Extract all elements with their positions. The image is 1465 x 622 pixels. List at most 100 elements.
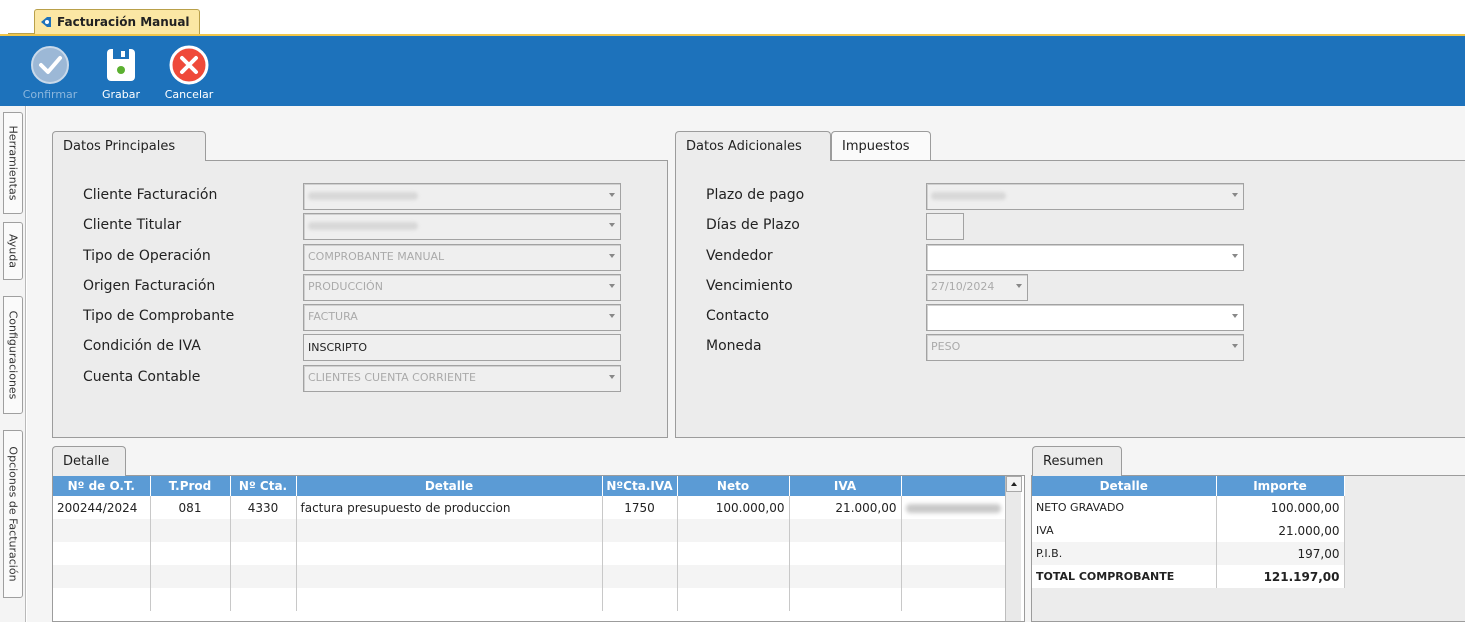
cell-cta[interactable]: 4330 [230, 496, 297, 519]
tab-label: Impuestos [842, 139, 910, 154]
chevron-down-icon[interactable] [1016, 284, 1022, 288]
cell-blurred[interactable] [901, 496, 1006, 519]
cliente-titular-combo[interactable] [303, 213, 621, 240]
column-header[interactable]: Detalle [1032, 476, 1217, 496]
cancel-circle-icon [169, 45, 209, 85]
chevron-down-icon[interactable] [1232, 314, 1238, 318]
tab-datos-adicionales[interactable]: Datos Adicionales [675, 131, 831, 161]
toolbar: Confirmar Grabar Cancelar [0, 34, 1465, 106]
contacto-combo[interactable] [926, 304, 1244, 331]
table-row[interactable]: IVA 21.000,00 [1032, 519, 1345, 542]
field-label: Vencimiento [706, 278, 793, 294]
combo-value: FACTURA [308, 310, 358, 323]
cancelar-button[interactable]: Cancelar [158, 44, 220, 101]
combo-value: COMPROBANTE MANUAL [308, 250, 445, 263]
confirmar-button[interactable]: Confirmar [14, 44, 86, 101]
plazo-pago-combo[interactable] [926, 183, 1244, 210]
blurred-value [931, 192, 1006, 200]
detalle-table: Nº de O.T. T.Prod Nº Cta. Detalle NºCta.… [53, 476, 1006, 611]
origen-facturacion-combo[interactable]: PRODUCCIÓN [303, 274, 621, 301]
side-tab-opciones-facturacion[interactable]: Opciones de Facturación [3, 430, 23, 598]
side-tab-configuraciones[interactable]: Configuraciones [3, 296, 23, 414]
detalle-grid-panel: Nº de O.T. T.Prod Nº Cta. Detalle NºCta.… [52, 475, 1025, 622]
chevron-down-icon[interactable] [1232, 344, 1238, 348]
tab-label: Datos Adicionales [686, 139, 802, 154]
vencimiento-date-picker[interactable]: 27/10/2024 [926, 274, 1028, 301]
vendedor-combo[interactable] [926, 244, 1244, 271]
side-tab-ayuda[interactable]: Ayuda [3, 222, 23, 280]
main-content: Datos Principales Cliente Facturación Cl… [27, 106, 1465, 622]
cell-iva[interactable]: 21.000,00 [789, 496, 902, 519]
table-row[interactable]: 200244/2024 081 4330 factura presupuesto… [53, 496, 1006, 519]
scroll-up-icon[interactable] [1006, 476, 1022, 492]
chevron-down-icon[interactable] [609, 193, 615, 197]
cell-tprod[interactable]: 081 [150, 496, 231, 519]
table-row[interactable] [53, 542, 1006, 565]
column-header[interactable]: Neto [677, 476, 790, 496]
cell-detalle: IVA [1032, 519, 1217, 542]
chevron-down-icon[interactable] [609, 284, 615, 288]
tipo-operacion-combo[interactable]: COMPROBANTE MANUAL [303, 244, 621, 271]
chevron-down-icon[interactable] [609, 254, 615, 258]
tab-facturacion-manual[interactable]: Facturación Manual [34, 9, 200, 34]
detalle-scrollbar[interactable] [1005, 476, 1022, 621]
field-label: Cliente Facturación [83, 187, 218, 203]
table-row[interactable] [53, 588, 1006, 611]
chevron-down-icon[interactable] [609, 314, 615, 318]
datos-principales-panel: Cliente Facturación Cliente Titular Tipo… [52, 160, 668, 438]
column-header[interactable]: NºCta.IVA [602, 476, 678, 496]
column-header[interactable]: Nº Cta. [230, 476, 297, 496]
chevron-down-icon[interactable] [1232, 254, 1238, 258]
cliente-facturacion-combo[interactable] [303, 183, 621, 210]
resumen-table: Detalle Importe NETO GRAVADO 100.000,00 … [1032, 476, 1345, 588]
moneda-combo[interactable]: PESO [926, 334, 1244, 361]
dias-plazo-field[interactable] [926, 213, 964, 240]
combo-value: PESO [931, 340, 961, 353]
column-header[interactable]: Importe [1216, 476, 1345, 496]
table-header-row: Detalle Importe [1032, 476, 1345, 496]
column-header[interactable]: Detalle [296, 476, 603, 496]
side-tab-label: Configuraciones [6, 310, 20, 400]
column-header[interactable] [901, 476, 1006, 496]
tab-datos-principales[interactable]: Datos Principales [52, 131, 206, 161]
tab-resumen[interactable]: Resumen [1032, 446, 1122, 476]
table-row[interactable] [53, 519, 1006, 542]
side-tab-label: Opciones de Facturación [6, 446, 20, 582]
field-label: Contacto [706, 308, 770, 324]
field-label: Moneda [706, 338, 762, 354]
tipo-comprobante-combo[interactable]: FACTURA [303, 304, 621, 331]
field-label: Tipo de Comprobante [83, 308, 235, 324]
table-header-row: Nº de O.T. T.Prod Nº Cta. Detalle NºCta.… [53, 476, 1006, 496]
tab-detalle[interactable]: Detalle [52, 446, 126, 476]
chevron-down-icon[interactable] [609, 223, 615, 227]
field-label: Cuenta Contable [83, 369, 201, 385]
field-label: Plazo de pago [706, 187, 805, 203]
document-tab-strip: Facturación Manual [0, 0, 1465, 35]
chevron-down-icon[interactable] [1232, 193, 1238, 197]
table-row[interactable]: P.I.B. 197,00 [1032, 542, 1345, 565]
cuenta-contable-combo[interactable]: CLIENTES CUENTA CORRIENTE [303, 365, 621, 392]
grabar-button[interactable]: Grabar [94, 44, 148, 101]
table-row[interactable] [53, 565, 1006, 588]
cell-cta-iva[interactable]: 1750 [602, 496, 678, 519]
table-row[interactable]: NETO GRAVADO 100.000,00 [1032, 496, 1345, 519]
side-tabs: Herramientas Ayuda Configuraciones Opcio… [0, 106, 26, 622]
column-header[interactable]: T.Prod [150, 476, 231, 496]
cell-detalle[interactable]: factura presupuesto de produccion [296, 496, 603, 519]
cell-ot[interactable]: 200244/2024 [53, 496, 151, 519]
side-tab-label: Ayuda [6, 234, 20, 268]
cell-detalle-total: TOTAL COMPROBANTE [1032, 565, 1217, 588]
column-header[interactable]: Nº de O.T. [53, 476, 151, 496]
chevron-down-icon[interactable] [609, 375, 615, 379]
condicion-iva-field[interactable]: INSCRIPTO [303, 334, 621, 361]
tab-label: Resumen [1043, 454, 1104, 469]
tab-impuestos[interactable]: Impuestos [831, 131, 931, 161]
column-header[interactable]: IVA [789, 476, 902, 496]
blurred-value [308, 222, 418, 230]
cell-importe: 197,00 [1216, 542, 1345, 565]
field-label: Condición de IVA [83, 338, 201, 354]
cell-neto[interactable]: 100.000,00 [677, 496, 790, 519]
side-tab-herramientas[interactable]: Herramientas [3, 112, 23, 214]
table-row[interactable]: TOTAL COMPROBANTE 121.197,00 [1032, 565, 1345, 588]
field-label: Cliente Titular [83, 217, 182, 233]
